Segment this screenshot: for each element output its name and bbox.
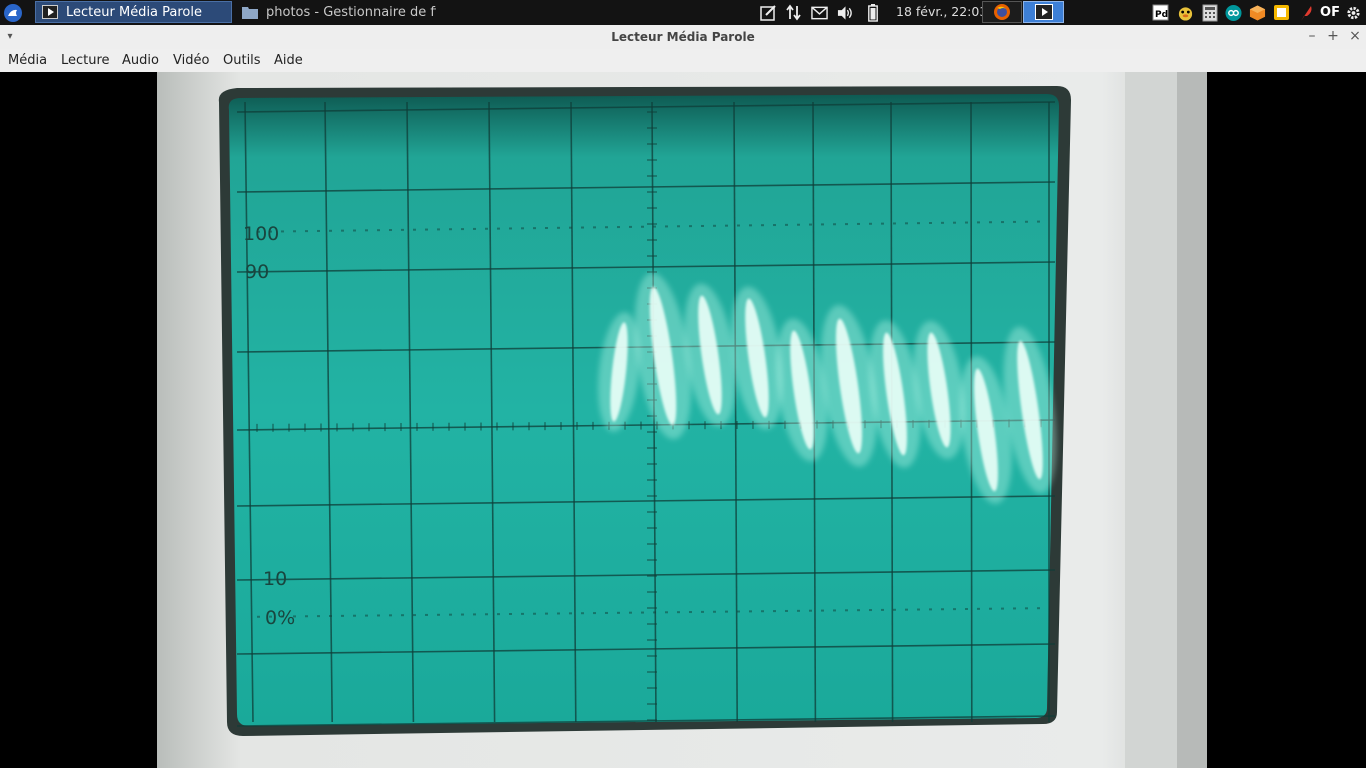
maximize-button[interactable]: +: [1325, 28, 1341, 44]
clock[interactable]: 18 févr., 22:03: [896, 4, 987, 19]
window-title: Lecteur Média Parole: [611, 30, 755, 44]
pd-icon-text: Pd: [1155, 10, 1168, 20]
calculator-icon[interactable]: [1201, 4, 1218, 21]
taskbar-item-label: Lecteur Média Parole: [66, 4, 202, 20]
media-player-launcher-icon: [1034, 4, 1053, 20]
firefox-icon: [994, 4, 1010, 20]
battery-icon[interactable]: [864, 3, 881, 22]
minimize-button[interactable]: –: [1304, 28, 1320, 44]
arduino-icon[interactable]: [1225, 4, 1242, 21]
label-10: 10: [263, 568, 287, 590]
close-button[interactable]: ×: [1347, 28, 1363, 44]
taskbar-item-file-manager[interactable]: photos - Gestionnaire de fi...: [236, 1, 436, 23]
menu-lecture[interactable]: Lecture: [61, 53, 110, 68]
menu-media[interactable]: Média: [8, 53, 47, 68]
folder-icon: [242, 5, 258, 19]
openframeworks-icon[interactable]: OF: [1319, 4, 1341, 21]
package-icon[interactable]: [1249, 4, 1266, 21]
xfce-mouse-icon: [4, 3, 22, 22]
duck-icon[interactable]: [1177, 4, 1194, 21]
sticky-note-icon[interactable]: [1273, 4, 1290, 21]
menu-video[interactable]: Vidéo: [173, 53, 209, 68]
label-100: 100: [243, 223, 279, 245]
oscilloscope-image: 100 90 10 0%: [157, 72, 1207, 768]
taskbar-item-label: photos - Gestionnaire de fi...: [266, 4, 436, 20]
media-player-launcher[interactable]: [1023, 1, 1064, 23]
mail-icon[interactable]: [811, 4, 828, 21]
label-90: 90: [245, 261, 269, 283]
volume-icon[interactable]: [837, 4, 854, 21]
menu-aide[interactable]: Aide: [274, 53, 303, 68]
network-transfer-icon[interactable]: [785, 4, 802, 21]
edit-note-icon[interactable]: [760, 4, 777, 21]
video-player-icon: [42, 5, 58, 19]
menu-audio[interactable]: Audio: [122, 53, 159, 68]
label-0: 0%: [265, 607, 295, 629]
menu-outils[interactable]: Outils: [223, 53, 261, 68]
whisker-menu-button[interactable]: [3, 0, 23, 25]
firefox-launcher[interactable]: [982, 1, 1022, 23]
menubar: Média Lecture Audio Vidéo Outils Aide: [0, 49, 1366, 72]
taskbar-item-parole[interactable]: Lecteur Média Parole: [35, 1, 232, 23]
video-area[interactable]: 100 90 10 0%: [0, 72, 1366, 768]
window-titlebar[interactable]: ▾ Lecteur Média Parole – + ×: [0, 25, 1366, 50]
gear-icon[interactable]: [1345, 4, 1362, 21]
pd-icon[interactable]: Pd: [1152, 4, 1169, 21]
top-panel: Lecteur Média Parole photos - Gestionnai…: [0, 0, 1366, 25]
feather-icon[interactable]: [1297, 4, 1314, 21]
video-frame[interactable]: 100 90 10 0%: [157, 72, 1207, 768]
